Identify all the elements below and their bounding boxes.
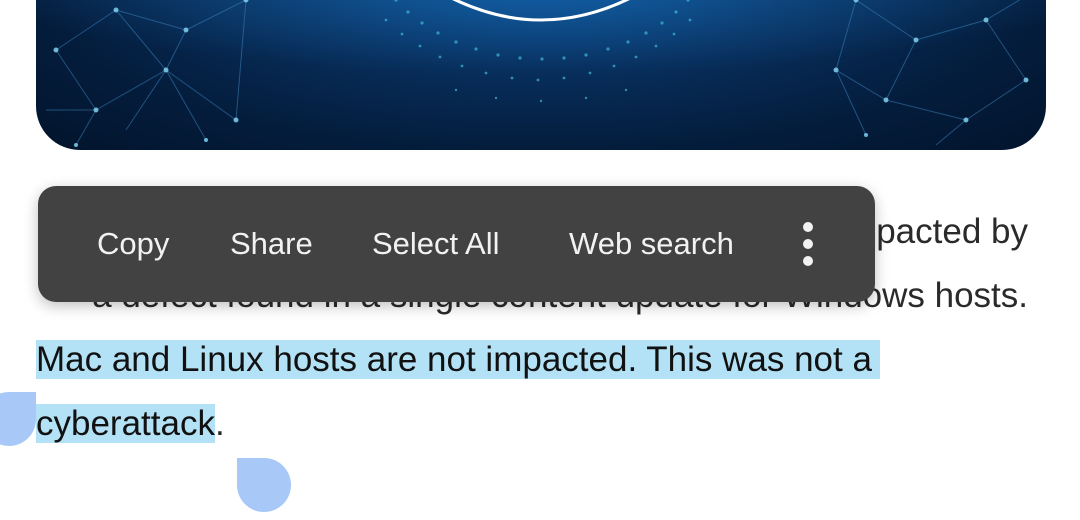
more-vert-icon[interactable] [794,222,822,266]
network-graphic [36,0,1046,150]
hero-image [36,0,1046,150]
article-line: cyberattack. [36,392,225,456]
selected-text[interactable]: Mac and Linux hosts are not impacted. Th… [36,340,880,379]
article-line: Mac and Linux hosts are not impacted. Th… [36,328,880,392]
selected-text[interactable]: cyberattack [36,404,215,443]
select-all-button[interactable]: Select All [372,186,500,302]
selection-end-handle[interactable] [237,458,291,512]
article-text-partial: pacted by [876,212,1028,251]
article-text: . [214,404,225,443]
selection-start-handle[interactable] [0,392,36,446]
share-button[interactable]: Share [230,186,313,302]
page: pacted by a defect found in a single con… [0,0,1080,520]
web-search-button[interactable]: Web search [569,186,734,302]
copy-button[interactable]: Copy [97,186,169,302]
text-selection-toolbar: Copy Share Select All Web search [38,186,875,302]
